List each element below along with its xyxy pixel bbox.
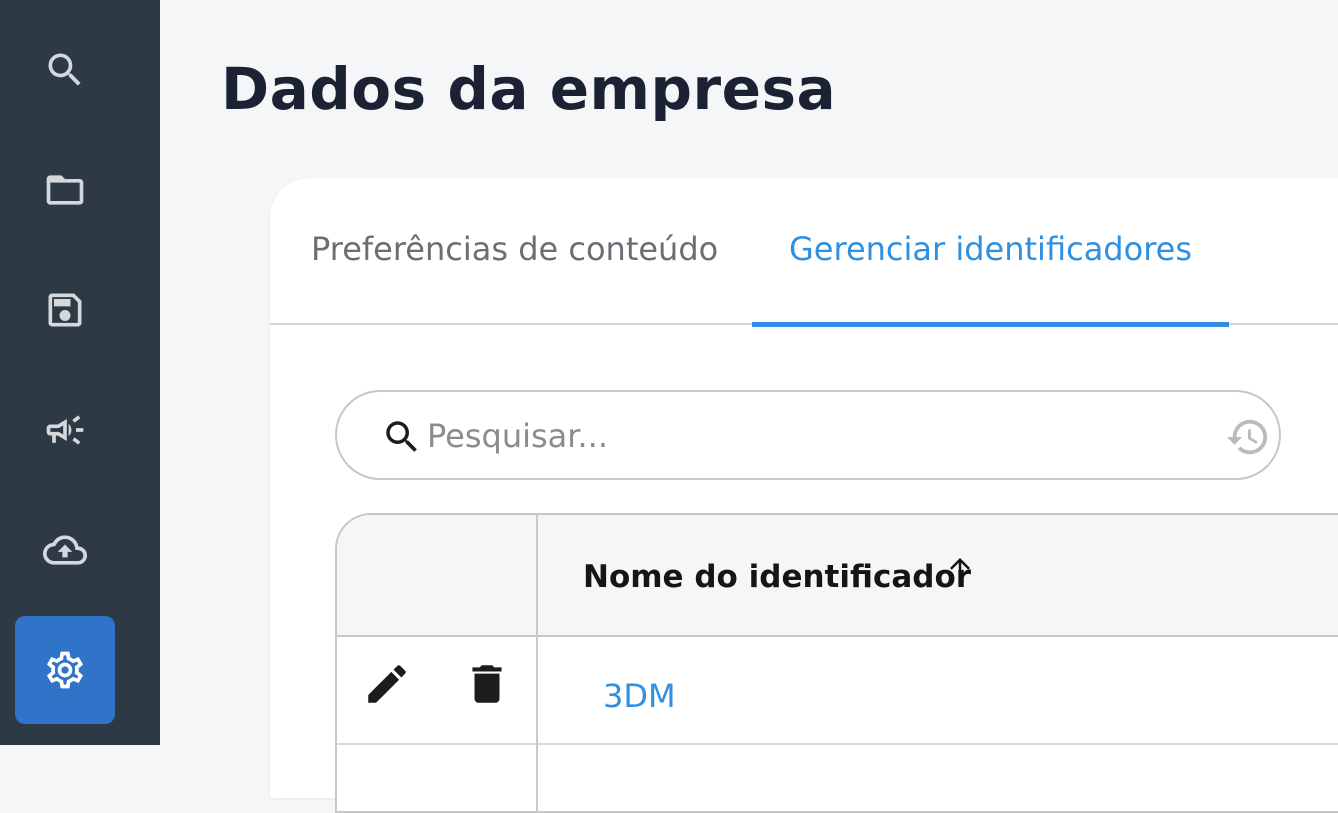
save-icon (48, 293, 82, 327)
pencil-icon[interactable] (362, 659, 412, 709)
gear-icon (47, 651, 83, 689)
search-bar (335, 390, 1281, 480)
trash-icon[interactable] (462, 659, 512, 709)
content-card: Preferências de conteúdo Gerenciar ident… (270, 178, 1338, 813)
column-divider (536, 515, 538, 811)
arrow-up-icon[interactable] (945, 553, 975, 583)
identifier-name-link[interactable]: 3DM (603, 677, 676, 715)
table-header: Nome do identificador (337, 515, 1338, 637)
search-icon (48, 53, 81, 86)
identifiers-table: Nome do identificador 3DM (335, 513, 1338, 813)
nav-save[interactable] (15, 256, 115, 364)
column-header-identifier-name[interactable]: Nome do identificador (583, 559, 971, 595)
tab-content-preferences[interactable]: Preferências de conteúdo (311, 228, 718, 325)
folder-icon (46, 175, 84, 205)
search-input[interactable] (427, 412, 1187, 460)
history-icon[interactable] (1225, 414, 1271, 460)
nav-search[interactable] (15, 16, 115, 124)
cloud-upload-icon (43, 535, 87, 565)
tab-bar: Preferências de conteúdo Gerenciar ident… (270, 178, 1338, 327)
nav-settings[interactable] (15, 616, 115, 724)
megaphone-icon (46, 415, 84, 445)
nav-upload[interactable] (15, 496, 115, 604)
search-icon (386, 421, 417, 452)
page-title: Dados da empresa (221, 55, 837, 123)
nav-campaigns[interactable] (15, 376, 115, 484)
table-row: 3DM (337, 637, 1338, 745)
sidebar (0, 0, 160, 745)
nav-files[interactable] (15, 136, 115, 244)
tab-manage-identifiers[interactable]: Gerenciar identificadores (752, 228, 1229, 327)
